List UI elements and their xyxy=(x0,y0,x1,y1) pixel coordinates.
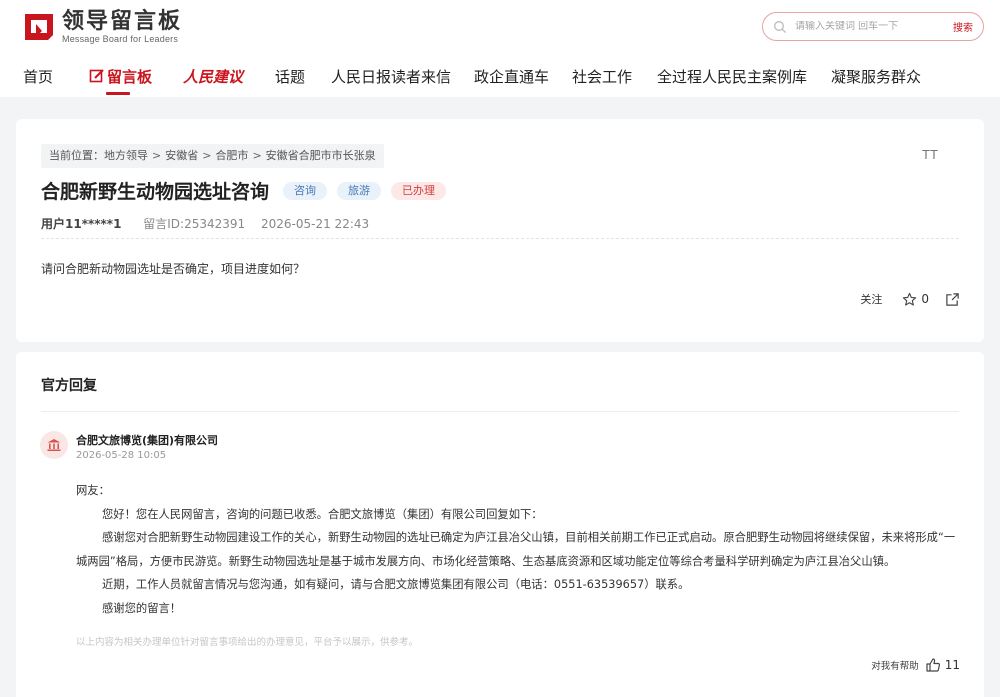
divider xyxy=(41,411,959,412)
reply-body: 网友： 您好！您在人民网留言，咨询的问题已收悉。合肥文旅博览（集团）有限公司回复… xyxy=(76,479,956,620)
reply-paragraph: 您好！您在人民网留言，咨询的问题已收悉。合肥文旅博览（集团）有限公司回复如下： xyxy=(102,507,543,521)
message-card: 当前位置：地方领导 > 安徽省 > 合肥市 > 安徽省合肥市市长张泉 TT 合肥新野生动物园… xyxy=(16,119,984,342)
category-tag: 咨询 xyxy=(283,181,328,200)
reply-paragraph: 网友： xyxy=(76,484,110,497)
site-header: 领导留言板 Message Board for Leaders 搜索 首页 留言… xyxy=(0,0,1000,97)
nav-item-democracy-cases[interactable]: 全过程人民民主案例库 xyxy=(657,66,807,87)
edit-icon xyxy=(89,69,104,83)
message-content: 请问合肥新动物园选址是否确定，项目进度如何？ xyxy=(41,262,306,276)
nav-label: 留言板 xyxy=(107,68,153,86)
title-row: 合肥新野生动物园选址咨询 咨询 旅游 已办理 xyxy=(41,177,447,204)
favorite-count: 0 xyxy=(921,292,929,306)
breadcrumb-item[interactable]: 合肥市 xyxy=(215,149,248,162)
search-icon xyxy=(774,20,786,33)
breadcrumb-item[interactable]: 安徽省合肥市市长张泉 xyxy=(266,149,376,162)
breadcrumb-separator: > xyxy=(152,149,162,162)
logo-mark-icon xyxy=(22,11,56,43)
thumbs-up-icon xyxy=(926,658,940,672)
status-badge: 已办理 xyxy=(391,181,447,200)
domain-tag: 旅游 xyxy=(337,181,382,200)
main-nav: 首页 留言板 人民建议 话题 人民日报读者来信 政企直通车 社会工作 全过程人民… xyxy=(0,60,1000,97)
breadcrumb-separator: > xyxy=(202,149,212,162)
reply-paragraph: 近期，工作人员就留言情况与您沟通，如有疑问，请与合肥文旅博览集团有限公司（电话：… xyxy=(102,578,690,591)
nav-item-people-suggestion[interactable]: 人民建议 xyxy=(183,66,243,87)
logo-subtitle: Message Board for Leaders xyxy=(62,33,179,44)
logo-title: 领导留言板 xyxy=(62,8,183,34)
nav-item-readers-letters[interactable]: 人民日报读者来信 xyxy=(331,66,451,87)
helpful-button[interactable]: 对我有帮助 11 xyxy=(871,657,960,673)
breadcrumb-prefix: 当前位置： xyxy=(49,149,104,162)
message-meta: 用户11*****1 留言ID:25342391 2026-05-21 22:4… xyxy=(41,215,369,232)
message-actions: 关注 0 xyxy=(860,291,960,307)
reply-paragraph: 感谢您的留言！ xyxy=(102,601,182,615)
government-building-icon xyxy=(47,439,61,451)
reply-heading: 官方回复 xyxy=(41,378,97,394)
message-id: 留言ID:25342391 xyxy=(143,217,246,231)
search-input[interactable] xyxy=(795,21,925,32)
reply-time: 2026-05-28 10:05 xyxy=(76,450,167,461)
reply-paragraph: 感谢您对合肥新野生动物园建设工作的关心，新野生动物园的选址已确定为庐江县冶父山镇… xyxy=(76,531,956,568)
breadcrumb-item[interactable]: 安徽省 xyxy=(165,149,198,162)
breadcrumb-item[interactable]: 地方领导 xyxy=(104,149,148,162)
helpful-label: 对我有帮助 xyxy=(871,661,919,672)
share-button[interactable] xyxy=(945,292,960,307)
helpful-count: 11 xyxy=(944,658,960,672)
favorite-button[interactable]: 0 xyxy=(902,292,929,307)
follow-button[interactable]: 关注 xyxy=(860,291,882,307)
message-user: 用户11*****1 xyxy=(41,217,122,231)
breadcrumb-separator: > xyxy=(252,149,262,162)
nav-active-indicator xyxy=(106,92,130,95)
font-size-icon[interactable]: TT xyxy=(922,147,938,162)
nav-item-topics[interactable]: 话题 xyxy=(275,66,305,87)
search-box: 搜索 xyxy=(762,12,984,41)
avatar xyxy=(40,431,68,459)
nav-item-home[interactable]: 首页 xyxy=(23,66,53,87)
search-button[interactable]: 搜索 xyxy=(953,19,973,34)
reply-org-name: 合肥文旅博览(集团)有限公司 xyxy=(76,434,219,447)
site-logo[interactable]: 领导留言板 Message Board for Leaders xyxy=(22,8,182,46)
official-reply-card: 官方回复 合肥文旅博览(集团)有限公司 2026-05-28 10:05 网友：… xyxy=(16,352,984,697)
reply-disclaimer: 以上内容为相关办理单位针对留言事项给出的办理意见，平台予以展示，供参考。 xyxy=(76,637,419,648)
page-title: 合肥新野生动物园选址咨询 xyxy=(41,181,270,203)
share-icon xyxy=(946,292,959,306)
nav-item-enterprise-express[interactable]: 政企直通车 xyxy=(474,66,549,87)
nav-item-message-board[interactable]: 留言板 xyxy=(89,66,152,87)
nav-item-serve-masses[interactable]: 凝聚服务群众 xyxy=(831,66,921,87)
nav-item-social-work[interactable]: 社会工作 xyxy=(572,66,632,87)
divider xyxy=(41,238,959,239)
star-icon xyxy=(903,292,917,306)
breadcrumb: 当前位置：地方领导 > 安徽省 > 合肥市 > 安徽省合肥市市长张泉 xyxy=(41,144,384,168)
message-datetime: 2026-05-21 22:43 xyxy=(261,217,370,231)
